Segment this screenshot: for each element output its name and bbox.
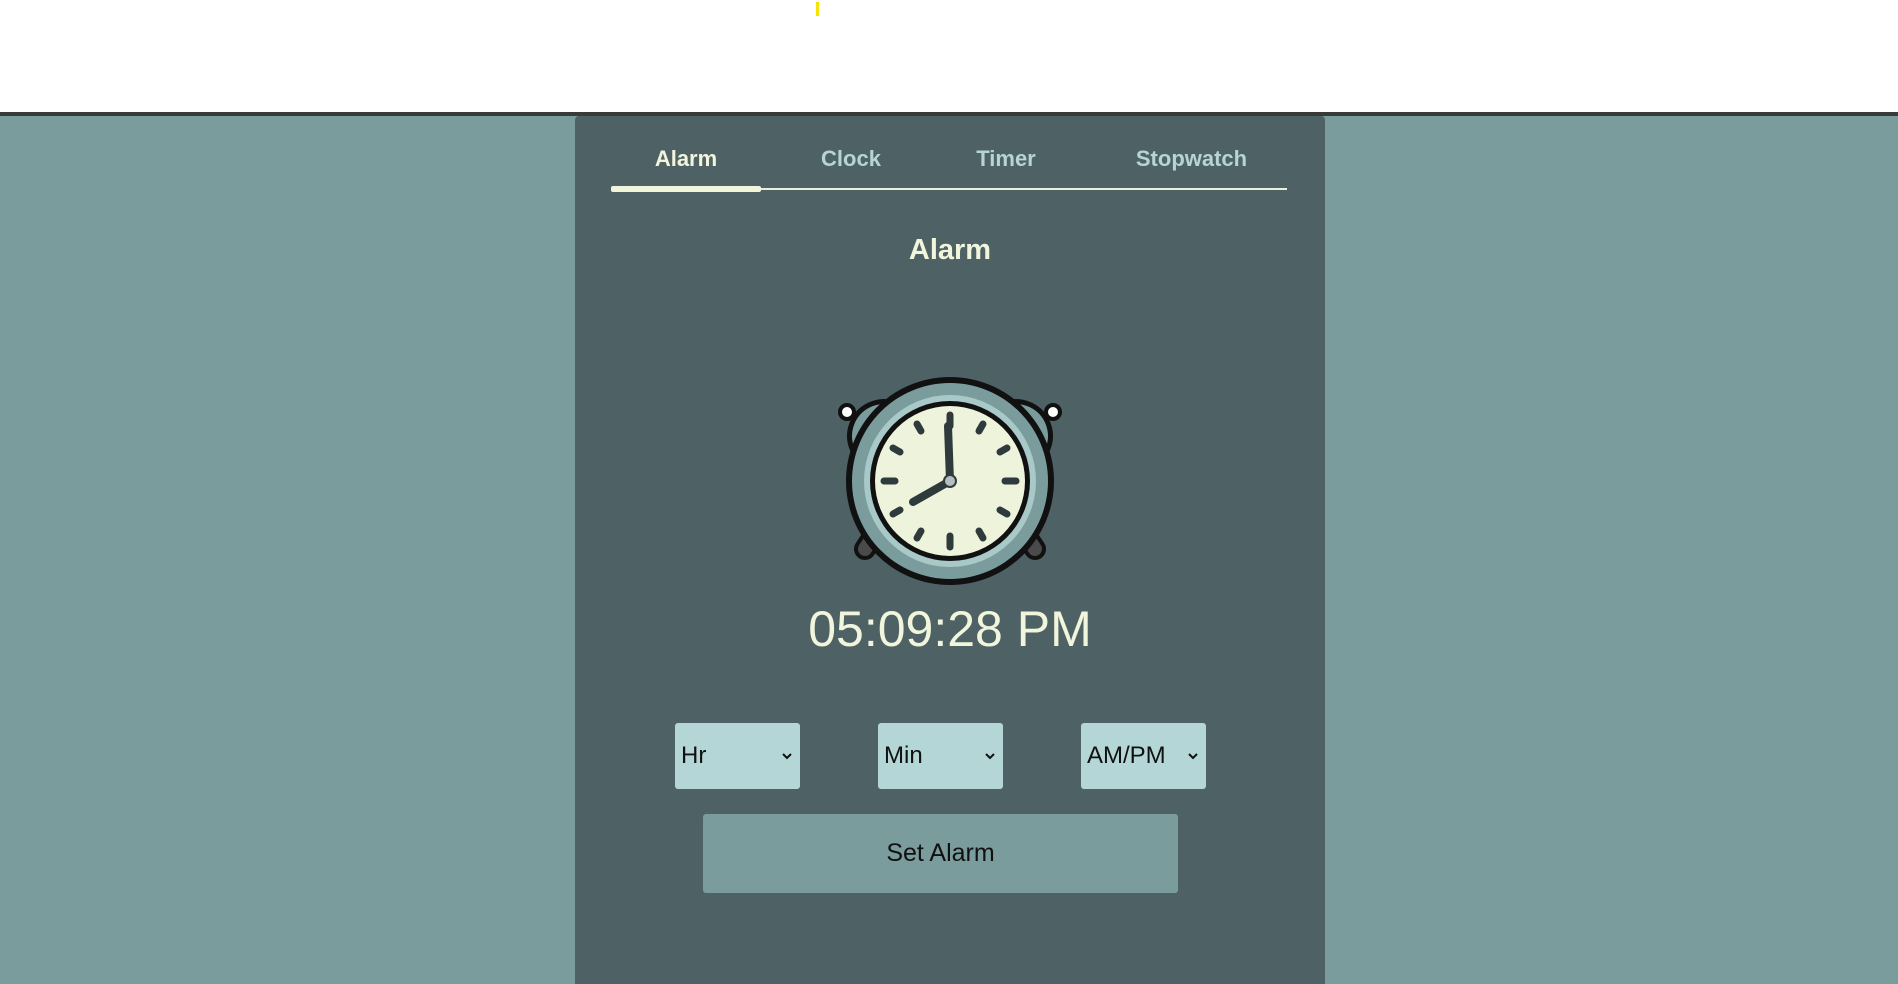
minute-select[interactable]: Min — [878, 723, 1003, 789]
chevron-down-icon — [1188, 753, 1198, 760]
chevron-down-icon — [782, 753, 792, 760]
tab-alarm[interactable]: Alarm — [611, 146, 761, 192]
chevron-down-icon — [985, 753, 995, 760]
ampm-select-value: AM/PM — [1087, 742, 1166, 769]
ampm-select[interactable]: AM/PM — [1081, 723, 1206, 789]
top-bar — [0, 0, 1898, 112]
hour-select-value: Hr — [681, 742, 707, 769]
minute-select-value: Min — [884, 742, 923, 769]
tab-timer[interactable]: Timer — [941, 146, 1071, 188]
tab-stopwatch[interactable]: Stopwatch — [1096, 146, 1287, 188]
text-cursor-mark — [816, 2, 819, 16]
current-time-display: 05:09:28 PM — [808, 601, 1092, 657]
alarm-clock-icon — [815, 316, 1085, 586]
hour-select[interactable]: Hr — [675, 723, 800, 789]
tab-bar: Alarm Clock Timer Stopwatch — [611, 146, 1287, 192]
section-title: Alarm — [908, 234, 992, 266]
set-alarm-button[interactable]: Set Alarm — [703, 814, 1178, 893]
tab-clock[interactable]: Clock — [786, 146, 916, 188]
alarm-panel: Alarm Clock Timer Stopwatch Alarm 05:09:… — [575, 116, 1325, 984]
